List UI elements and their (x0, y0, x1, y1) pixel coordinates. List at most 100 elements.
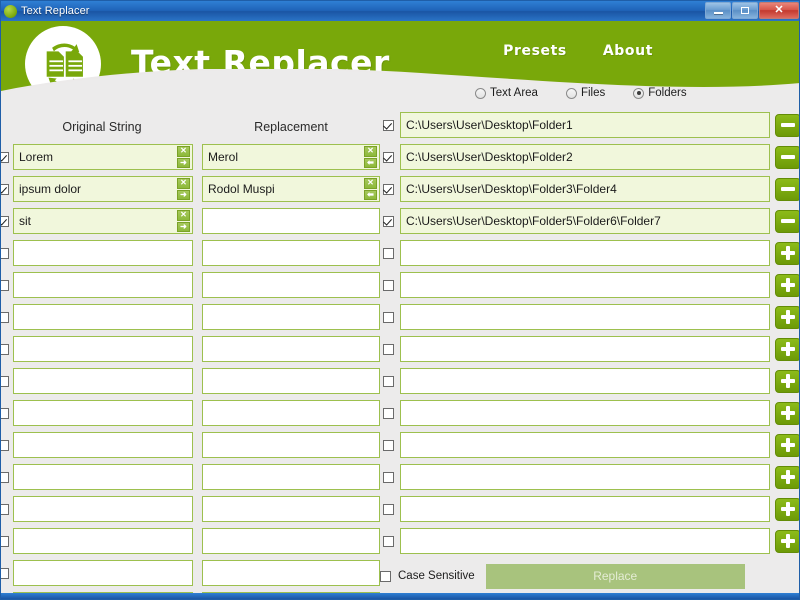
original-string-field[interactable] (13, 560, 193, 586)
pair-enable-checkbox[interactable] (1, 151, 9, 163)
folder-path-field[interactable] (400, 112, 770, 138)
path-enable-checkbox[interactable] (383, 503, 394, 515)
add-path-button[interactable] (775, 337, 799, 361)
pair-enable-checkbox[interactable] (1, 183, 9, 195)
clear-original-icon[interactable]: ✕ (177, 210, 190, 221)
folder-path-input[interactable] (401, 305, 769, 329)
add-path-button[interactable] (775, 241, 799, 265)
close-button[interactable]: ✕ (759, 2, 799, 19)
pair-enable-checkbox[interactable] (1, 535, 9, 547)
original-string-field[interactable] (13, 496, 193, 522)
nav-link-presets[interactable]: Presets (503, 43, 567, 59)
pair-enable-checkbox[interactable] (1, 343, 9, 355)
add-path-button[interactable] (775, 529, 799, 553)
folder-path-field[interactable] (400, 432, 770, 458)
folder-path-input[interactable] (401, 529, 769, 553)
path-enable-checkbox[interactable] (383, 535, 394, 547)
copy-to-replacement-icon[interactable]: ➜ (177, 189, 190, 200)
add-path-button[interactable] (775, 465, 799, 489)
replacement-string-input[interactable] (203, 305, 379, 329)
folder-path-field[interactable] (400, 368, 770, 394)
folder-path-field[interactable] (400, 400, 770, 426)
replacement-string-field[interactable]: ✕⬅ (202, 144, 380, 170)
original-string-field[interactable] (13, 272, 193, 298)
replacement-string-field[interactable] (202, 368, 380, 394)
folder-path-input[interactable] (401, 145, 769, 169)
folder-path-input[interactable] (401, 401, 769, 425)
remove-path-button[interactable] (775, 145, 799, 169)
add-path-button[interactable] (775, 497, 799, 521)
folder-path-input[interactable] (401, 273, 769, 297)
original-string-input[interactable] (14, 561, 192, 585)
add-path-button[interactable] (775, 401, 799, 425)
replacement-string-input[interactable] (203, 241, 379, 265)
replacement-string-field[interactable] (202, 528, 380, 554)
replacement-string-input[interactable] (203, 497, 379, 521)
pair-enable-checkbox[interactable] (1, 567, 9, 579)
replacement-string-field[interactable] (202, 400, 380, 426)
replacement-string-field[interactable] (202, 464, 380, 490)
original-string-input[interactable] (14, 177, 192, 201)
folder-path-field[interactable] (400, 240, 770, 266)
replace-button[interactable]: Replace (485, 563, 745, 589)
add-path-button[interactable] (775, 369, 799, 393)
original-string-input[interactable] (14, 241, 192, 265)
replacement-string-field[interactable]: ✕⬅ (202, 176, 380, 202)
path-enable-checkbox[interactable] (383, 247, 394, 259)
replacement-string-input[interactable] (203, 177, 379, 201)
folder-path-field[interactable] (400, 144, 770, 170)
folder-path-input[interactable] (401, 369, 769, 393)
path-enable-checkbox[interactable] (383, 407, 394, 419)
original-string-field[interactable]: ✕➜ (13, 176, 193, 202)
case-sensitive-checkbox[interactable] (380, 570, 391, 582)
folder-path-input[interactable] (401, 241, 769, 265)
original-string-input[interactable] (14, 529, 192, 553)
replacement-string-field[interactable] (202, 272, 380, 298)
pair-enable-checkbox[interactable] (1, 503, 9, 515)
folder-path-field[interactable] (400, 336, 770, 362)
pair-enable-checkbox[interactable] (1, 375, 9, 387)
add-path-button[interactable] (775, 273, 799, 297)
clear-replacement-icon[interactable]: ✕ (364, 146, 377, 157)
pair-enable-checkbox[interactable] (1, 439, 9, 451)
folder-path-field[interactable] (400, 176, 770, 202)
path-enable-checkbox[interactable] (383, 183, 394, 195)
folder-path-input[interactable] (401, 209, 769, 233)
replacement-string-field[interactable] (202, 432, 380, 458)
replacement-string-field[interactable] (202, 208, 380, 234)
minimize-button[interactable] (705, 2, 731, 19)
maximize-button[interactable] (732, 2, 758, 19)
path-enable-checkbox[interactable] (383, 343, 394, 355)
replacement-string-input[interactable] (203, 561, 379, 585)
original-string-field[interactable] (13, 464, 193, 490)
path-enable-checkbox[interactable] (383, 311, 394, 323)
original-string-field[interactable] (13, 528, 193, 554)
folder-path-input[interactable] (401, 433, 769, 457)
folder-path-field[interactable] (400, 208, 770, 234)
remove-path-button[interactable] (775, 177, 799, 201)
copy-to-replacement-icon[interactable]: ➜ (177, 221, 190, 232)
original-string-input[interactable] (14, 145, 192, 169)
add-path-button[interactable] (775, 305, 799, 329)
folder-path-field[interactable] (400, 304, 770, 330)
original-string-input[interactable] (14, 497, 192, 521)
replacement-string-field[interactable] (202, 560, 380, 586)
folder-path-field[interactable] (400, 464, 770, 490)
radio-text-area[interactable]: Text Area (475, 87, 538, 99)
path-enable-checkbox[interactable] (383, 471, 394, 483)
replacement-string-input[interactable] (203, 369, 379, 393)
replacement-string-input[interactable] (203, 433, 379, 457)
folder-path-input[interactable] (401, 465, 769, 489)
path-enable-checkbox[interactable] (383, 375, 394, 387)
copy-to-original-icon[interactable]: ⬅ (364, 189, 377, 200)
path-enable-checkbox[interactable] (383, 215, 394, 227)
folder-path-input[interactable] (401, 497, 769, 521)
replacement-string-input[interactable] (203, 209, 379, 233)
replacement-string-field[interactable] (202, 336, 380, 362)
original-string-input[interactable] (14, 273, 192, 297)
original-string-input[interactable] (14, 209, 192, 233)
original-string-input[interactable] (14, 433, 192, 457)
remove-path-button[interactable] (775, 209, 799, 233)
pair-enable-checkbox[interactable] (1, 471, 9, 483)
original-string-field[interactable]: ✕➜ (13, 144, 193, 170)
